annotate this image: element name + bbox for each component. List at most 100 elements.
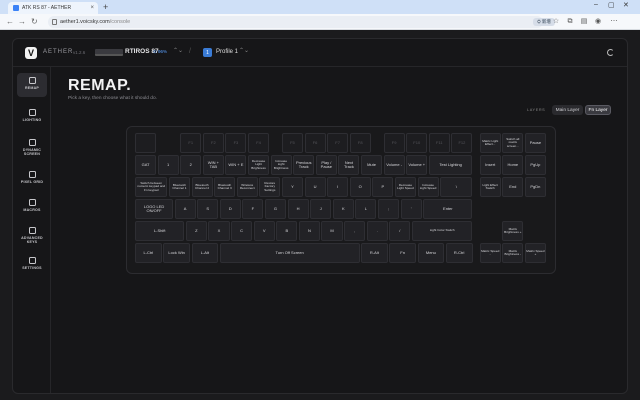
key-59[interactable]: L [355, 199, 377, 219]
profile-icon[interactable]: ◉ [594, 18, 602, 26]
key-43[interactable]: P [372, 177, 394, 197]
key-58[interactable]: K [332, 199, 354, 219]
sidebar-item-lighting[interactable]: LIGHTING [17, 105, 47, 129]
sidebar-item-dynamic-screen[interactable]: DYNAMIC SCREEN [17, 135, 47, 159]
extensions-icon[interactable]: ⧉ [566, 18, 574, 26]
key-67[interactable]: V [253, 221, 275, 241]
key-82[interactable]: Menu [417, 243, 445, 263]
key-53[interactable]: D [219, 199, 241, 219]
key-4[interactable]: F4 [248, 133, 270, 153]
key-41[interactable]: I [327, 177, 349, 197]
key-5[interactable]: F5 [281, 133, 303, 153]
key-68[interactable]: B [276, 221, 298, 241]
maximize-icon[interactable]: ▢ [608, 1, 615, 9]
key-70[interactable]: M [321, 221, 343, 241]
new-tab-button[interactable]: + [103, 2, 108, 12]
key-56[interactable]: H [287, 199, 309, 219]
key-17[interactable]: 1 [157, 155, 179, 175]
key-77[interactable]: Lock Win [163, 243, 190, 263]
key-72[interactable]: . [366, 221, 388, 241]
key-81[interactable]: Fn [389, 243, 416, 263]
key-32[interactable]: PgUp [524, 155, 546, 175]
key-46[interactable]: \ [440, 177, 473, 197]
key-20[interactable]: WIN + E [225, 155, 247, 175]
device-chevron-icon[interactable]: ⌃⌄ [173, 47, 183, 54]
back-icon[interactable]: ← [6, 17, 14, 27]
key-33[interactable]: Switch between numeric keypad and Fn key… [135, 177, 168, 197]
star-icon[interactable]: ☆ [552, 18, 560, 26]
key-86[interactable]: Matrix Speed + [524, 243, 546, 263]
profile-selector[interactable]: Profile 1 [216, 49, 238, 55]
key-25[interactable]: Next Track [338, 155, 360, 175]
key-2[interactable]: F2 [202, 133, 224, 153]
key-26[interactable]: Mute [361, 155, 383, 175]
key-11[interactable]: F11 [428, 133, 450, 153]
key-66[interactable]: C [231, 221, 253, 241]
key-12[interactable]: F12 [451, 133, 473, 153]
key-84[interactable]: Matrix Speed - [479, 243, 501, 263]
key-23[interactable]: Previous Track [293, 155, 315, 175]
key-14[interactable]: Switch all matrix screen... [502, 133, 524, 153]
key-52[interactable]: S [197, 199, 219, 219]
key-78[interactable]: L-Alt [191, 243, 219, 263]
theme-toggle-icon[interactable] [607, 49, 614, 56]
key-39[interactable]: Y [281, 177, 303, 197]
key-37[interactable]: Wireless Reconnect [236, 177, 258, 197]
main-layer-tab[interactable]: Main Layer [552, 105, 583, 115]
key-76[interactable]: L-Ctrl [135, 243, 162, 263]
key-9[interactable]: F9 [383, 133, 405, 153]
key-50[interactable]: LOGO LED ON/OFF [135, 199, 174, 219]
collections-icon[interactable]: ▤ [580, 18, 588, 26]
close-window-icon[interactable]: ✕ [623, 1, 629, 9]
sidebar-item-remap[interactable]: REMAP [17, 73, 47, 97]
key-57[interactable]: J [310, 199, 332, 219]
key-65[interactable]: X [208, 221, 230, 241]
key-35[interactable]: Bluetooth Channel 2 [191, 177, 213, 197]
browser-tab[interactable]: ATK RS 87 - AETHER × [8, 2, 98, 14]
key-45[interactable]: Increase Light Speed [417, 177, 439, 197]
key-69[interactable]: N [298, 221, 320, 241]
key-51[interactable]: A [174, 199, 196, 219]
key-27[interactable]: Volume - [383, 155, 405, 175]
key-8[interactable]: F8 [349, 133, 371, 153]
key-24[interactable]: Play / Pause [315, 155, 337, 175]
key-79[interactable]: Turn Off Screen [219, 243, 360, 263]
fn-layer-tab[interactable]: Fn Layer [585, 105, 611, 115]
key-31[interactable]: Home [502, 155, 524, 175]
key-49[interactable]: PgDn [524, 177, 546, 197]
key-19[interactable]: WIN + TAB [202, 155, 224, 175]
key-18[interactable]: 2 [180, 155, 202, 175]
key-73[interactable]: / [389, 221, 411, 241]
key-3[interactable]: F3 [225, 133, 247, 153]
key-80[interactable]: R-Alt [361, 243, 388, 263]
key-63[interactable]: L-Shift [135, 221, 185, 241]
sidebar-item-macros[interactable]: MACROS [17, 195, 47, 219]
key-54[interactable]: F [242, 199, 264, 219]
key-38[interactable]: Restore Factory Settings [259, 177, 281, 197]
key-75[interactable]: Matrix Brightness + [502, 221, 524, 241]
key-47[interactable]: Light Effect Switch [479, 177, 501, 197]
key-83[interactable]: R-Ctrl [445, 243, 473, 263]
reload-icon[interactable]: ↻ [31, 17, 38, 27]
key-29[interactable]: Test Lighting [428, 155, 473, 175]
key-55[interactable]: G [264, 199, 287, 219]
key-44[interactable]: Decrease Light Speed [394, 177, 416, 197]
address-bar[interactable]: aether1.voicsky.com/console ⛭ 新增 [48, 16, 555, 28]
key-13[interactable]: Matrix Light Effect... [479, 133, 501, 153]
key-40[interactable]: U [304, 177, 326, 197]
minimize-icon[interactable]: – [594, 1, 598, 8]
sidebar-item-settings[interactable]: SETTINGS [17, 253, 47, 277]
key-36[interactable]: Bluetooth Channel 3 [214, 177, 236, 197]
key-10[interactable]: F10 [406, 133, 428, 153]
key-6[interactable]: F6 [304, 133, 326, 153]
key-22[interactable]: Increase Light Brightness [270, 155, 292, 175]
menu-dots-icon[interactable]: ⋯ [610, 18, 618, 26]
key-15[interactable]: Pause [524, 133, 546, 153]
key-28[interactable]: Volume + [406, 155, 428, 175]
close-tab-icon[interactable]: × [90, 5, 94, 11]
key-62[interactable]: Enter [423, 199, 473, 219]
key-0[interactable] [135, 133, 157, 153]
key-85[interactable]: Matrix Brightness - [502, 243, 524, 263]
key-21[interactable]: Decrease Light Brightness [248, 155, 270, 175]
key-64[interactable]: Z [185, 221, 207, 241]
